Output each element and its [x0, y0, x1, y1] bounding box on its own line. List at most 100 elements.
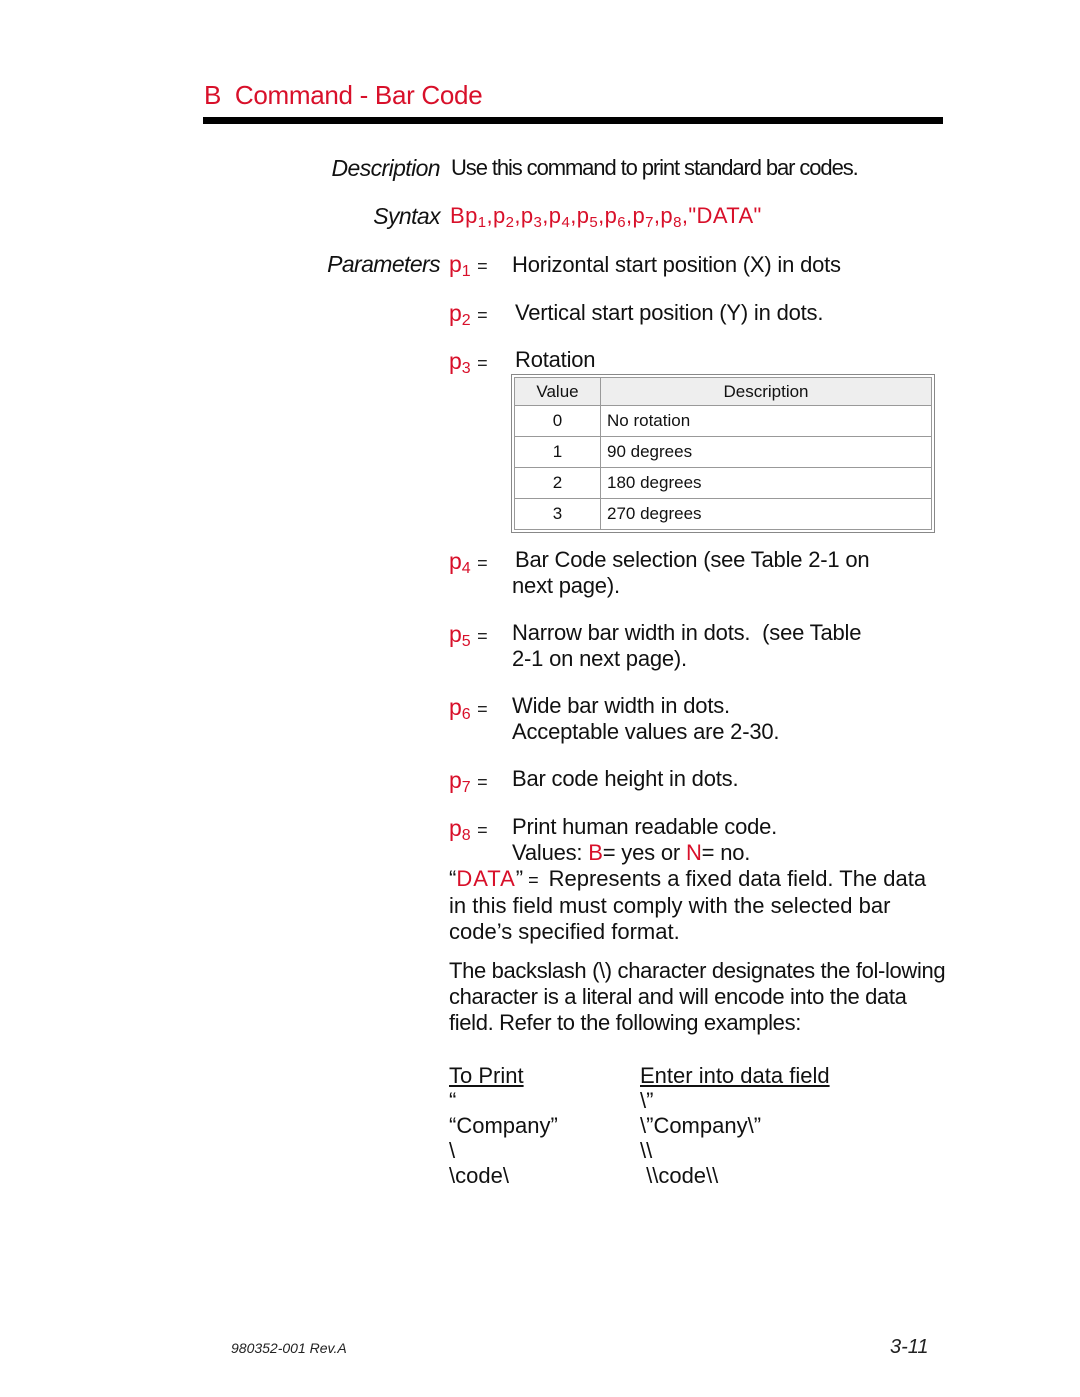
param-desc-p2: Vertical start position (Y) in dots.: [515, 300, 824, 325]
param-desc-p5: Narrow bar width in dots. (see Table 2-1…: [512, 620, 861, 672]
equals-sign: =: [477, 256, 488, 276]
value-n: N: [685, 840, 702, 865]
description-label: Description: [331, 155, 441, 181]
syntax-sub: 8: [673, 214, 682, 231]
parameters-label: Parameters: [327, 251, 440, 277]
param-desc-p6: Wide bar width in dots. Acceptable value…: [512, 693, 780, 745]
examples-header-enter: Enter into data field: [640, 1063, 830, 1088]
param-sub: 8: [461, 827, 471, 844]
param-name-p3: p3 =: [449, 348, 489, 377]
value-b: B: [588, 840, 603, 865]
syntax-suffix: "DATA": [688, 203, 762, 228]
close-quote: ”: [515, 866, 524, 891]
examples-header-to-print: To Print: [449, 1063, 524, 1088]
example-to-print: “: [449, 1088, 457, 1113]
equals-sign: =: [477, 553, 488, 573]
syntax-sub: 3: [533, 214, 543, 231]
param-name-p2: p2 =: [449, 300, 489, 329]
param-sub: 3: [461, 360, 471, 377]
table-cell-description: 270 degrees: [600, 498, 932, 530]
p8-values-line: Values: B= yes or N= no.: [512, 840, 777, 866]
table-cell-value: 2: [514, 467, 601, 499]
syntax-sub: 2: [505, 214, 515, 231]
param-line: next page).: [512, 573, 620, 598]
equals-sign: =: [477, 772, 488, 792]
syntax-sub: 7: [645, 214, 654, 231]
syntax-sub: 5: [589, 214, 599, 231]
syntax-param: p: [632, 203, 646, 228]
param-desc-p1: Horizontal start position (X) in dots: [512, 252, 841, 277]
param-line: Acceptable values are 2-30.: [512, 719, 780, 744]
param-name-p6: p6 =: [449, 694, 489, 723]
table-cell-description: 90 degrees: [600, 436, 932, 468]
equals-sign: =: [477, 353, 488, 373]
param-letter: p: [449, 621, 462, 647]
table-cell-value: 3: [514, 498, 601, 530]
param-desc-p8: Print human readable code. Values: B= ye…: [512, 814, 777, 866]
param-line: Narrow bar width in dots. (see Table: [512, 620, 862, 645]
param-sub: 5: [461, 633, 471, 650]
syntax-label: Syntax: [373, 203, 440, 229]
data-field-name: DATA: [456, 866, 516, 891]
syntax-sub: 6: [617, 214, 626, 231]
example-enter: \\: [640, 1138, 653, 1163]
param-desc-p4: Bar Code selection (see Table 2-1 on nex…: [512, 547, 870, 599]
param-name-p7: p7 =: [449, 767, 489, 796]
table-row: 3 270 degrees: [514, 498, 932, 530]
equals-sign: =: [477, 820, 488, 840]
param-letter: p: [449, 548, 462, 574]
syntax-param: p: [548, 203, 562, 228]
param-letter: p: [449, 300, 462, 326]
table-cell-value: 1: [514, 436, 601, 468]
data-field-text: Represents a fixed data field. The: [548, 866, 878, 891]
param-letter: p: [449, 767, 462, 793]
example-enter: \”Company\”: [640, 1113, 762, 1138]
syntax-param: p: [492, 203, 506, 228]
param-sub: 1: [461, 263, 471, 280]
param-line: Wide bar width in dots.: [512, 693, 730, 718]
rotation-table: Value Description 0 No rotation 1 90 deg…: [511, 374, 935, 533]
equals-sign: =: [477, 305, 488, 325]
table-cell-value: 0: [514, 405, 601, 437]
value-n-text: = no.: [701, 840, 751, 865]
param-name-p8: p8 =: [449, 815, 489, 844]
param-name-p1: p1 =: [449, 251, 489, 280]
equals-sign: =: [477, 699, 488, 719]
param-line: Print human readable code.: [512, 814, 778, 839]
backslash-paragraph: The backslash (\) character designates t…: [449, 958, 946, 1035]
param-line: 2-1 on next page).: [512, 646, 687, 671]
param-sub: 7: [461, 779, 471, 796]
equals-sign: =: [477, 626, 488, 646]
table-row: 0 No rotation: [514, 405, 932, 437]
syntax-sub: 4: [561, 214, 571, 231]
example-enter: \\code\\: [640, 1163, 719, 1188]
param-letter: p: [449, 348, 462, 374]
values-prefix: Values:: [512, 840, 589, 865]
table-header-row: Value Description: [514, 377, 932, 406]
table-cell-description: 180 degrees: [600, 467, 932, 499]
example-to-print: \: [449, 1138, 456, 1163]
table-cell-description: No rotation: [600, 405, 932, 437]
syntax-param: p: [576, 203, 590, 228]
syntax-param: p: [604, 203, 618, 228]
param-desc-p7: Bar code height in dots.: [512, 766, 739, 791]
param-sub: 4: [461, 560, 471, 577]
table-header-value: Value: [514, 377, 601, 406]
table-header-description: Description: [600, 377, 932, 406]
title-rule: [203, 117, 943, 124]
syntax-sub: 1: [477, 214, 487, 231]
document-number: 980352-001 Rev.A: [231, 1340, 347, 1356]
param-sub: 2: [461, 312, 471, 329]
examples-enter-column: Enter into data field \” \”Company\” \\ …: [640, 1063, 830, 1189]
param-sub: 6: [461, 706, 471, 723]
page-title: B Command - Bar Code: [204, 80, 483, 110]
param-desc-p3: Rotation: [515, 347, 596, 372]
examples-to-print-column: To Print “ “Company” \ \code\: [449, 1063, 558, 1189]
description-text: Use this command to print standard bar c…: [451, 155, 859, 180]
param-name-p4: p4 =: [449, 548, 489, 577]
param-letter: p: [449, 694, 462, 720]
param-letter: p: [449, 815, 462, 841]
table-row: 1 90 degrees: [514, 436, 932, 468]
table-row: 2 180 degrees: [514, 467, 932, 499]
syntax-param: p: [520, 203, 534, 228]
